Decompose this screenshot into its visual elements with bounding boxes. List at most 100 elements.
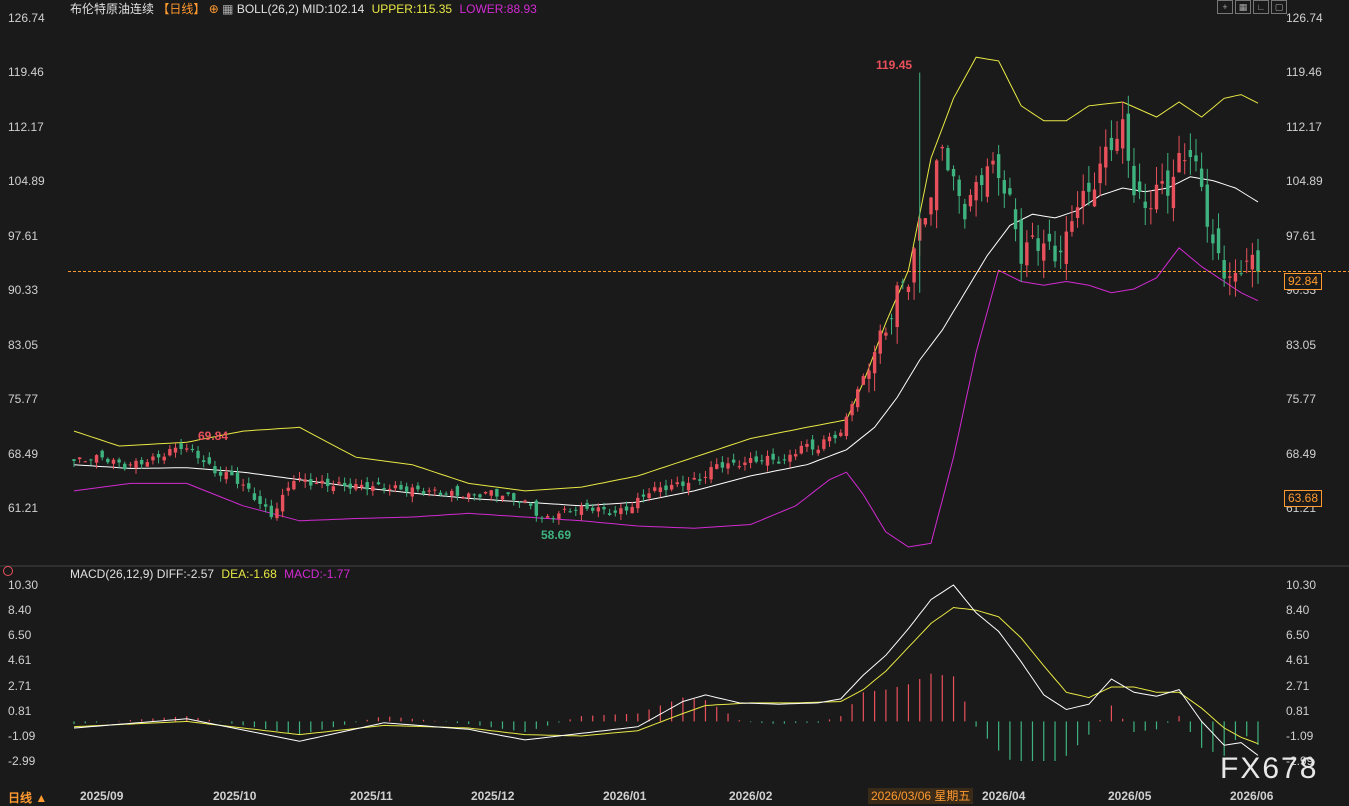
candle-body bbox=[483, 491, 488, 494]
crosshair-date-tag: 2026/03/06 星期五 bbox=[868, 788, 974, 804]
candle-body bbox=[337, 482, 341, 484]
candle-body bbox=[478, 494, 482, 498]
candle-body bbox=[929, 197, 933, 215]
candle-body bbox=[1250, 254, 1255, 270]
candle-body bbox=[388, 488, 392, 490]
price-tick-left: 83.05 bbox=[8, 337, 39, 352]
candle-body bbox=[574, 509, 578, 511]
candle-body bbox=[1098, 163, 1102, 184]
candle-body bbox=[585, 503, 589, 509]
crosshair-icon[interactable]: + bbox=[1217, 0, 1233, 14]
macd-settings-icon[interactable] bbox=[3, 566, 13, 576]
candle-body bbox=[647, 493, 651, 499]
candle-body bbox=[1233, 272, 1238, 282]
candle-body bbox=[1019, 219, 1023, 264]
indicator-icon[interactable]: ▦ bbox=[222, 2, 233, 16]
candle-body bbox=[292, 481, 296, 490]
candle-body bbox=[844, 416, 849, 437]
x-axis-label: 2026/06 bbox=[1230, 789, 1274, 803]
candle-body bbox=[754, 456, 758, 462]
candle-body bbox=[810, 439, 815, 450]
price-tick-right: 68.49 bbox=[1286, 446, 1317, 461]
candle-body bbox=[912, 248, 916, 283]
candle-body bbox=[134, 460, 138, 468]
candle-body bbox=[653, 487, 657, 491]
candle-body bbox=[506, 492, 510, 494]
candle-body bbox=[968, 194, 973, 207]
candle-body bbox=[698, 479, 702, 481]
x-axis-label: 2026/04 bbox=[982, 789, 1026, 803]
candle-body bbox=[179, 443, 183, 450]
candle-body bbox=[376, 482, 381, 485]
candle-body bbox=[269, 505, 274, 518]
candle-body bbox=[855, 389, 860, 408]
candle-body bbox=[489, 490, 493, 496]
candle-body bbox=[1228, 276, 1232, 278]
candle-body bbox=[466, 493, 471, 498]
candle-body bbox=[1137, 181, 1142, 192]
candle-body bbox=[974, 182, 978, 201]
candle-body bbox=[230, 470, 234, 476]
price-tick-left: 68.49 bbox=[8, 446, 39, 461]
candle-body bbox=[196, 450, 200, 459]
candle-body bbox=[72, 459, 76, 461]
candle-body bbox=[235, 472, 240, 484]
candle-body bbox=[681, 481, 685, 486]
candle-body bbox=[89, 459, 93, 461]
price-tick-right: 126.74 bbox=[1286, 11, 1323, 25]
line-icon[interactable]: ∟ bbox=[1253, 0, 1269, 14]
candle-body bbox=[1205, 184, 1209, 227]
candle-body bbox=[1177, 152, 1181, 173]
candle-body bbox=[1199, 168, 1204, 187]
candle-body bbox=[1064, 231, 1069, 264]
candle-body bbox=[923, 218, 928, 225]
candle-body bbox=[895, 285, 899, 328]
candle-body bbox=[884, 332, 888, 336]
candle-body bbox=[1092, 189, 1097, 207]
candle-body bbox=[1030, 235, 1035, 237]
candle-body bbox=[444, 493, 448, 495]
candle-body bbox=[1008, 188, 1012, 195]
price-tick-left: 104.89 bbox=[8, 174, 45, 189]
candle-body bbox=[83, 461, 87, 463]
candle-body bbox=[692, 477, 696, 480]
settings-icon[interactable]: ⊕ bbox=[209, 2, 219, 16]
candle-body bbox=[568, 511, 572, 513]
candle-body bbox=[455, 486, 460, 496]
macd-tick-right: -1.09 bbox=[1286, 728, 1314, 743]
candle-body bbox=[416, 485, 420, 490]
window-icon[interactable]: ▢ bbox=[1271, 0, 1287, 14]
candle-body bbox=[1070, 221, 1074, 232]
candle-body bbox=[450, 490, 454, 496]
candle-body bbox=[1087, 182, 1091, 192]
candle-body bbox=[613, 510, 617, 513]
candle-body bbox=[957, 179, 961, 197]
symbol-title: 布伦特原油连续 bbox=[70, 2, 155, 16]
grid-icon[interactable]: ▦ bbox=[1235, 0, 1251, 14]
candle-body bbox=[686, 482, 691, 491]
candle-body bbox=[669, 484, 674, 490]
candle-body bbox=[201, 460, 206, 463]
chart-canvas[interactable] bbox=[0, 0, 1349, 806]
macd-diff: DIFF:-2.57 bbox=[156, 567, 215, 581]
candle-body bbox=[151, 456, 155, 461]
candle-body bbox=[1002, 180, 1006, 194]
period-label[interactable]: 【日线】 bbox=[157, 2, 205, 16]
period-switch[interactable]: 日线 ▲ bbox=[8, 789, 47, 806]
candle-body bbox=[173, 447, 178, 453]
candle-body bbox=[1115, 138, 1119, 151]
candle-body bbox=[1047, 233, 1052, 242]
macd-tick-left: 6.50 bbox=[8, 628, 32, 643]
candle-body bbox=[106, 458, 110, 463]
candle-body bbox=[94, 455, 99, 463]
candle-body bbox=[934, 160, 939, 211]
candle-body bbox=[218, 471, 223, 476]
candle-body bbox=[314, 483, 319, 485]
candle-body bbox=[1211, 234, 1215, 244]
candle-body bbox=[951, 168, 956, 177]
macd-tick-left: 8.40 bbox=[8, 603, 32, 618]
price-tick-left: 119.46 bbox=[8, 65, 44, 80]
candle-body bbox=[765, 455, 770, 466]
price-tick-left: 75.77 bbox=[8, 392, 39, 407]
candle-body bbox=[472, 494, 477, 496]
